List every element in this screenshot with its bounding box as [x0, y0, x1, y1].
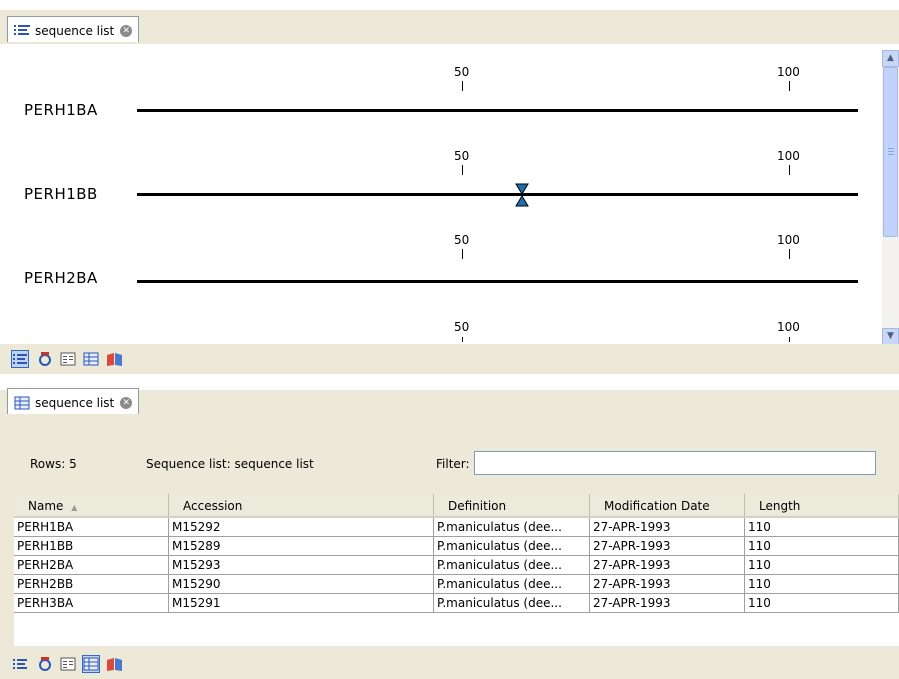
sort-ascending-icon: ▲: [71, 503, 78, 512]
grip-line: [888, 151, 894, 152]
top-tab-strip: sequence list ✕: [0, 0, 899, 44]
sequence-view-icon[interactable]: [11, 350, 29, 368]
close-tab-icon[interactable]: ✕: [120, 25, 133, 37]
scrollbar-thumb[interactable]: [883, 67, 898, 237]
table-panel: Rows: 5 Sequence list: sequence list Fil…: [0, 414, 899, 651]
cell-length[interactable]: 110: [745, 518, 899, 537]
tick-label: 100: [777, 65, 800, 79]
cell-definition[interactable]: P.maniculatus (dee...: [434, 537, 590, 556]
tick-mark: [789, 249, 790, 259]
list-name: Sequence list: sequence list: [146, 457, 314, 471]
table-row[interactable]: PERH2BA M15293 P.maniculatus (dee... 27-APR…: [14, 556, 899, 575]
column-header-length[interactable]: Length: [745, 494, 899, 518]
column-header-modification-date[interactable]: Modification Date: [590, 494, 745, 518]
tick-mark: [462, 337, 463, 342]
tick-mark: [462, 81, 463, 91]
filter-input[interactable]: [474, 451, 876, 475]
text-view-icon[interactable]: [60, 351, 76, 367]
tick-label: 100: [777, 320, 800, 334]
sequence-view-icon[interactable]: [12, 656, 28, 672]
circular-view-icon[interactable]: [37, 351, 53, 367]
tick-mark: [462, 249, 463, 259]
bottom-view-toolbar: [0, 651, 899, 679]
tab-sequence-list-bottom[interactable]: sequence list ✕: [7, 388, 140, 414]
tick-mark: [789, 81, 790, 91]
tick-label: 50: [454, 320, 470, 334]
table-header: Name ▲ Accession Definition Modification…: [14, 494, 899, 518]
sequence-line[interactable]: [137, 109, 858, 112]
text-view-icon[interactable]: [60, 656, 76, 672]
cell-accession[interactable]: M15293: [169, 556, 434, 575]
tick-mark: [462, 165, 463, 175]
tab-sequence-list-top[interactable]: sequence list ✕: [7, 16, 140, 42]
table-row[interactable]: PERH3BA M15291 P.maniculatus (dee... 27-APR…: [14, 594, 899, 613]
cursor-marker-icon[interactable]: [515, 183, 529, 207]
vertical-scrollbar[interactable]: ▲ ▼: [882, 50, 899, 345]
scroll-down-button[interactable]: ▼: [882, 328, 899, 345]
tab-label: sequence list: [35, 24, 115, 38]
scroll-up-button[interactable]: ▲: [882, 50, 899, 67]
sequence-view-canvas[interactable]: 50 100 PERH1BA 50 100 PERH1BB 50 100 PER…: [2, 44, 882, 344]
tick-mark: [789, 165, 790, 175]
sequence-name: PERH2BA: [24, 269, 98, 287]
table-view-icon[interactable]: [82, 655, 100, 673]
column-header-name[interactable]: Name ▲: [14, 494, 169, 518]
table-row[interactable]: PERH1BA M15292 P.maniculatus (dee... 27-APR…: [14, 518, 899, 537]
sequence-view-icon: [14, 25, 30, 35]
sequence-name: PERH1BA: [24, 101, 98, 119]
table-row[interactable]: PERH1BB M15289 P.maniculatus (dee... 27-APR…: [14, 537, 899, 556]
grip-line: [888, 154, 894, 155]
cell-name[interactable]: PERH1BA: [14, 518, 169, 537]
cell-modification-date[interactable]: 27-APR-1993: [590, 575, 745, 594]
history-icon[interactable]: [106, 656, 122, 672]
close-tab-icon[interactable]: ✕: [120, 397, 133, 409]
cell-length[interactable]: 110: [745, 537, 899, 556]
cell-length[interactable]: 110: [745, 575, 899, 594]
column-header-accession[interactable]: Accession: [169, 494, 434, 518]
cell-name[interactable]: PERH3BA: [14, 594, 169, 613]
cell-modification-date[interactable]: 27-APR-1993: [590, 518, 745, 537]
column-header-definition[interactable]: Definition: [434, 494, 590, 518]
table-view-icon: [14, 396, 30, 410]
tick-label: 50: [454, 149, 470, 163]
tick-label: 50: [454, 65, 470, 79]
rows-count: Rows: 5: [30, 457, 77, 471]
cell-accession[interactable]: M15292: [169, 518, 434, 537]
cell-length[interactable]: 110: [745, 594, 899, 613]
cell-name[interactable]: PERH1BB: [14, 537, 169, 556]
cell-definition[interactable]: P.maniculatus (dee...: [434, 594, 590, 613]
cell-length[interactable]: 110: [745, 556, 899, 575]
cell-accession[interactable]: M15289: [169, 537, 434, 556]
tick-mark: [789, 337, 790, 342]
cell-definition[interactable]: P.maniculatus (dee...: [434, 575, 590, 594]
circular-view-icon[interactable]: [37, 656, 53, 672]
cell-accession[interactable]: M15291: [169, 594, 434, 613]
cell-definition[interactable]: P.maniculatus (dee...: [434, 556, 590, 575]
cell-name[interactable]: PERH2BA: [14, 556, 169, 575]
bottom-tab-strip: sequence list ✕: [0, 376, 899, 414]
sequence-table: Name ▲ Accession Definition Modification…: [14, 494, 899, 646]
tick-label: 50: [454, 233, 470, 247]
history-icon[interactable]: [106, 351, 122, 367]
table-row[interactable]: PERH2BB M15290 P.maniculatus (dee... 27-APR…: [14, 575, 899, 594]
top-view-toolbar: [0, 344, 899, 374]
cell-name[interactable]: PERH2BB: [14, 575, 169, 594]
tick-label: 100: [777, 149, 800, 163]
cell-modification-date[interactable]: 27-APR-1993: [590, 537, 745, 556]
tab-label: sequence list: [35, 396, 115, 410]
sequence-name: PERH1BB: [24, 185, 98, 203]
tick-label: 100: [777, 233, 800, 247]
cell-modification-date[interactable]: 27-APR-1993: [590, 594, 745, 613]
cell-modification-date[interactable]: 27-APR-1993: [590, 556, 745, 575]
sequence-line[interactable]: [137, 193, 858, 196]
grip-line: [888, 148, 894, 149]
filter-label: Filter:: [436, 457, 470, 471]
table-view-icon[interactable]: [83, 351, 99, 367]
sequence-line[interactable]: [137, 280, 858, 283]
cell-accession[interactable]: M15290: [169, 575, 434, 594]
cell-definition[interactable]: P.maniculatus (dee...: [434, 518, 590, 537]
